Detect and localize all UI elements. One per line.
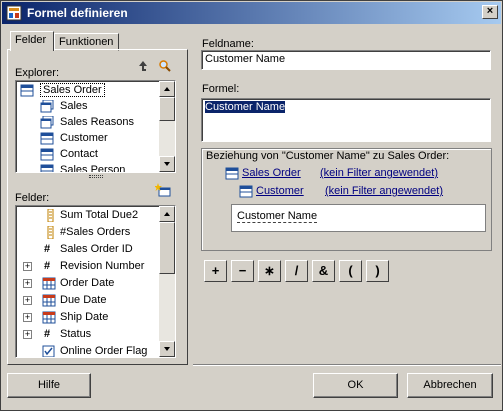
separator — [193, 364, 501, 366]
explorer-item-sales[interactable]: Sales — [18, 99, 159, 115]
operator-plus-button[interactable]: + — [204, 260, 227, 282]
feldname-label: Feldname: — [202, 38, 254, 50]
operator-concat-button[interactable]: & — [312, 260, 335, 282]
app-icon — [6, 5, 22, 21]
scroll-down-button[interactable] — [159, 341, 175, 357]
relation-entity-sales-order[interactable]: Sales Order — [242, 167, 301, 179]
relation-caption: Beziehung von "Customer Name" zu Sales O… — [206, 150, 450, 162]
close-button[interactable]: × — [482, 5, 498, 19]
explorer-label: Explorer: — [15, 67, 60, 79]
table-stack-icon — [40, 99, 54, 113]
table-icon — [40, 148, 54, 161]
up-level-icon[interactable] — [136, 59, 150, 73]
formel-label: Formel: — [202, 83, 240, 95]
field-item-ship-date[interactable]: + Ship Date — [18, 310, 159, 326]
calendar-icon — [42, 311, 56, 324]
tab-felder[interactable]: Felder — [10, 31, 54, 51]
relation-group — [201, 148, 492, 251]
operator-divide-button[interactable]: / — [285, 260, 308, 282]
scroll-down-button[interactable] — [159, 156, 175, 172]
expand-icon[interactable]: + — [23, 313, 32, 322]
formula-text: Customer Name — [205, 101, 286, 113]
fields-list: Sum Total Due2 #Sales Orders # Sales Ord… — [15, 205, 176, 358]
expand-icon[interactable]: + — [23, 296, 32, 305]
sum-icon — [44, 208, 58, 223]
relation-filter-customer[interactable]: (kein Filter angewendet) — [325, 185, 443, 197]
table-icon — [40, 132, 54, 145]
table-icon — [225, 167, 239, 180]
fields-scrollbar[interactable] — [159, 206, 175, 357]
hash-icon: # — [44, 243, 51, 255]
field-item-sales-orders-count[interactable]: #Sales Orders — [18, 225, 159, 241]
calendar-icon — [42, 294, 56, 307]
calendar-icon — [42, 277, 56, 290]
field-item-online-order-flag[interactable]: Online Order Flag — [18, 344, 159, 357]
explorer-scrollbar[interactable] — [159, 81, 175, 172]
scroll-thumb[interactable] — [159, 222, 175, 274]
new-field-icon[interactable] — [154, 183, 171, 197]
scroll-thumb[interactable] — [159, 97, 175, 121]
ok-button[interactable]: OK — [313, 373, 398, 398]
operator-minus-button[interactable]: − — [231, 260, 254, 282]
explorer-item-contact[interactable]: Contact — [18, 147, 159, 163]
scroll-up-button[interactable] — [159, 81, 175, 97]
table-icon — [40, 164, 54, 172]
relation-field-box[interactable]: Customer Name — [231, 204, 486, 232]
explorer-item-sales-reasons[interactable]: Sales Reasons — [18, 115, 159, 131]
field-item-status[interactable]: + # Status — [18, 327, 159, 343]
table-icon — [20, 84, 34, 97]
relation-filter-sales-order[interactable]: (kein Filter angewendet) — [320, 167, 438, 179]
checkbox-icon — [42, 345, 56, 357]
operator-multiply-button[interactable]: ∗ — [258, 260, 281, 282]
field-item-sum-total-due2[interactable]: Sum Total Due2 — [18, 208, 159, 224]
expand-icon[interactable]: + — [23, 262, 32, 271]
hash-icon: # — [44, 260, 51, 272]
operator-open-paren-button[interactable]: ( — [339, 260, 362, 282]
help-button[interactable]: Hilfe — [7, 373, 91, 398]
field-item-due-date[interactable]: + Due Date — [18, 293, 159, 309]
formula-editor[interactable]: Customer Name — [201, 98, 491, 142]
explorer-list: Sales Order Sales Sales Reasons Customer… — [15, 80, 176, 173]
dialog-window: Formel definieren × Felder Funktionen Ex… — [0, 0, 503, 411]
table-stack-icon — [40, 115, 54, 129]
title-bar[interactable]: Formel definieren × — [2, 2, 501, 24]
table-icon — [239, 185, 253, 198]
window-title: Formel definieren — [27, 6, 128, 20]
cancel-button[interactable]: Abbrechen — [407, 373, 493, 398]
field-item-revision-number[interactable]: + # Revision Number — [18, 259, 159, 275]
operator-close-paren-button[interactable]: ) — [366, 260, 389, 282]
field-item-sales-order-id[interactable]: # Sales Order ID — [18, 242, 159, 258]
hash-icon: # — [44, 328, 51, 340]
field-item-order-date[interactable]: + Order Date — [18, 276, 159, 292]
expand-icon[interactable]: + — [23, 330, 32, 339]
feldname-input[interactable]: Customer Name — [201, 50, 491, 70]
explorer-item-sales-order[interactable]: Sales Order — [18, 83, 159, 99]
splitter-grip[interactable] — [89, 175, 103, 178]
scroll-up-button[interactable] — [159, 206, 175, 222]
expand-icon[interactable]: + — [23, 279, 32, 288]
search-icon[interactable] — [158, 59, 172, 73]
explorer-item-sales-person[interactable]: Sales Person — [18, 163, 159, 172]
explorer-item-customer[interactable]: Customer — [18, 131, 159, 147]
fields-label: Felder: — [15, 192, 50, 204]
relation-entity-customer[interactable]: Customer — [256, 185, 304, 197]
relation-field-text: Customer Name — [237, 210, 318, 223]
sum-icon — [44, 225, 58, 240]
